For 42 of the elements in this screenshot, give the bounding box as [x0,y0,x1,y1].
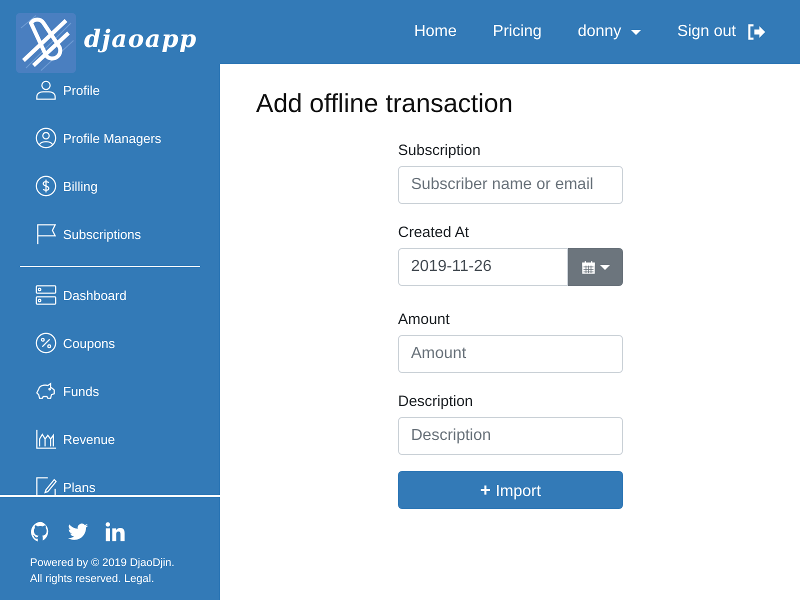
nav-link[interactable]: Home [414,23,457,41]
user-menu[interactable]: donny [578,23,642,41]
sidebar-item[interactable]: Profile Managers [35,126,220,150]
brand-name[interactable]: djaoapp [84,24,198,52]
nav-link[interactable]: Pricing [492,23,542,41]
percent-circle-icon [35,332,57,354]
input-field[interactable]: Subscriber name or email [398,166,623,204]
import-button[interactable]: + Import [398,471,623,509]
sidebar-item[interactable]: Funds [35,379,220,403]
caret-icon [631,30,642,34]
user-circle-icon [35,127,57,149]
sidebar-item[interactable]: Plans [35,475,220,495]
piggy-bank-icon [35,380,57,402]
calendar-icon [581,260,596,274]
field-label: Amount [398,311,451,328]
person-icon [35,79,57,101]
sidebar-item[interactable]: Billing [35,174,220,198]
date-field[interactable]: 2019-11-26 [398,248,568,286]
dollar-circle-icon [35,175,57,197]
sidebar-item[interactable]: Profile [35,78,220,102]
footer-text: Powered by © 2019 DjaoDjin. All rights reserved. Legal. [30,556,176,587]
logo-icon[interactable] [16,13,76,73]
twitter-bird-icon[interactable] [67,521,89,543]
page-title: Add offline transaction [256,88,514,119]
caret-icon [600,264,610,270]
legal-link[interactable]: Legal. [124,573,154,585]
server-icon [35,284,57,306]
input-field[interactable]: Description [398,417,623,455]
field-label: Subscription [398,142,482,159]
input-field[interactable]: Amount [398,335,623,373]
linkedin-icon[interactable] [104,521,126,543]
sidebar-item[interactable]: Revenue [35,427,220,451]
sidebar-item[interactable]: Coupons [35,331,220,355]
sign-out-icon[interactable] [746,22,766,42]
field-label: Description [398,393,474,410]
flag-icon [35,223,57,245]
calendar-button[interactable] [568,248,623,286]
sidebar-item[interactable]: Subscriptions [35,222,220,246]
sign-out-link[interactable]: Sign out [677,23,736,41]
field-label: Created At [398,224,470,241]
chart-icon [35,428,57,450]
sidebar-item[interactable]: Dashboard [35,283,220,307]
